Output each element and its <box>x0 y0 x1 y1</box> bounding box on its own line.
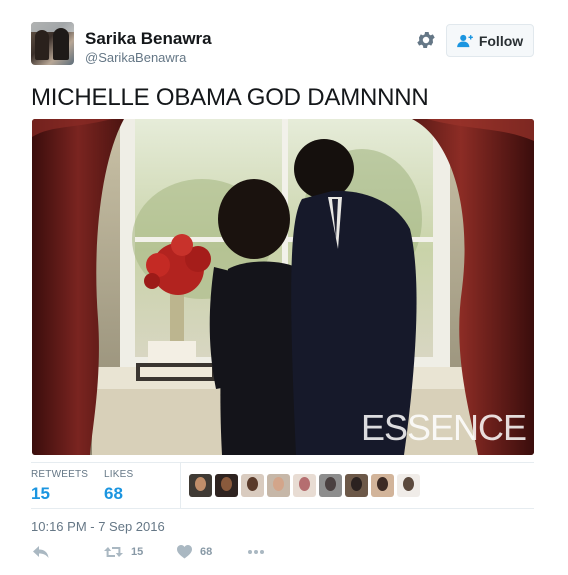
tweet-photo[interactable]: ESSENCE <box>32 119 534 455</box>
reply-icon <box>33 546 49 558</box>
likes-stat[interactable]: LIKES 68 <box>104 469 133 504</box>
retweet-icon <box>104 547 123 557</box>
stats-divider-bottom <box>31 508 534 509</box>
liker-avatar[interactable] <box>215 474 238 497</box>
liker-avatar[interactable] <box>293 474 316 497</box>
tweet-text: MICHELLE OBAMA GOD DAMNNNN <box>31 84 429 111</box>
avatar[interactable] <box>31 22 74 65</box>
gear-icon[interactable] <box>415 29 437 51</box>
more-button[interactable] <box>247 549 265 555</box>
liker-avatar[interactable] <box>267 474 290 497</box>
essence-watermark: ESSENCE <box>360 407 527 448</box>
liker-avatar[interactable] <box>397 474 420 497</box>
stats-divider-top <box>31 462 534 463</box>
liker-avatar[interactable] <box>189 474 212 497</box>
like-count: 68 <box>200 546 213 558</box>
likes-count: 68 <box>104 484 123 503</box>
liker-avatars <box>189 474 420 497</box>
tweet-timestamp[interactable]: 10:16 PM - 7 Sep 2016 <box>31 519 165 534</box>
user-handle[interactable]: @SarikaBenawra <box>85 50 186 65</box>
more-dots-icon <box>248 550 264 554</box>
add-user-icon <box>456 34 473 47</box>
stats-separator <box>180 462 181 508</box>
tweet-card: Sarika Benawra @SarikaBenawra Follow MIC… <box>0 0 568 575</box>
reply-button[interactable] <box>33 545 49 559</box>
likes-label: LIKES <box>104 469 134 480</box>
follow-label: Follow <box>478 32 524 49</box>
heart-icon <box>177 545 192 559</box>
retweet-count: 15 <box>131 546 144 558</box>
display-name[interactable]: Sarika Benawra <box>85 29 212 49</box>
like-button[interactable]: 68 <box>177 545 212 559</box>
liker-avatar[interactable] <box>345 474 368 497</box>
photo-illustration <box>32 119 534 455</box>
retweets-label: RETWEETS <box>31 469 89 480</box>
retweet-button[interactable]: 15 <box>104 545 143 559</box>
retweets-count: 15 <box>31 484 50 503</box>
retweets-stat[interactable]: RETWEETS 15 <box>31 469 88 504</box>
follow-button[interactable]: Follow <box>446 24 534 57</box>
liker-avatar[interactable] <box>371 474 394 497</box>
liker-avatar[interactable] <box>319 474 342 497</box>
liker-avatar[interactable] <box>241 474 264 497</box>
